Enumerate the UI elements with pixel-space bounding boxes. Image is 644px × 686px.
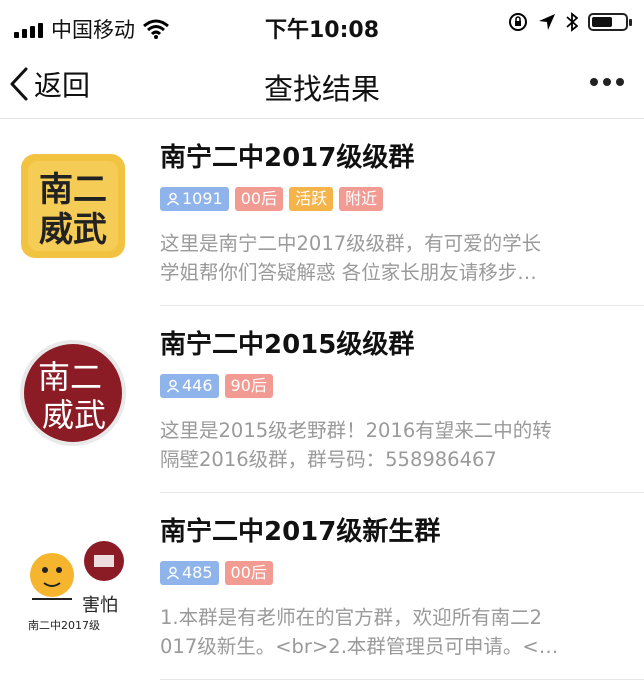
group-description: 这里是2015级老野群！2016有望来二中的转 隔壁2016级群，群号码：558…: [160, 416, 610, 474]
group-avatar: 南二 威武: [21, 154, 125, 258]
member-count: 1091: [182, 189, 223, 208]
avatar-text-bottom: 南二中2017级: [28, 619, 100, 632]
status-bar: 中国移动 下午10:08: [0, 0, 644, 52]
more-dot-icon: [590, 78, 598, 86]
member-count: 485: [182, 563, 213, 582]
member-count-badge: 446: [160, 374, 219, 398]
list-item[interactable]: 害怕 南二中2017级 南宁二中2017级新生群 485 00后 1.本群是有老…: [0, 493, 644, 680]
more-dot-icon: [616, 78, 624, 86]
group-description: 这里是南宁二中2017级级群，有可爱的学长 学姐帮你们答疑解惑 各位家长朋友请移…: [160, 229, 610, 287]
orientation-lock-icon: [509, 13, 527, 31]
group-avatar: 害怕 南二中2017级: [18, 525, 128, 635]
tag-row: 485 00后: [160, 561, 273, 585]
more-dot-icon: [603, 78, 611, 86]
person-icon: [166, 379, 180, 393]
tag-row: 1091 00后 活跃 附近: [160, 187, 384, 211]
page-title: 查找结果: [263, 72, 380, 106]
avatar-text-top: 南二: [39, 170, 107, 210]
navigation-bar: 返回 查找结果: [0, 52, 644, 119]
member-count-badge: 485: [160, 561, 219, 585]
description-line: 学姐帮你们答疑解惑 各位家长朋友请移步…: [160, 261, 537, 284]
location-icon: [539, 14, 555, 30]
active-tag: 活跃: [289, 187, 334, 211]
group-name: 南宁二中2015级级群: [160, 330, 415, 360]
group-description: 1.本群是有老师在的官方群，欢迎所有南二2 017级新生。<br>2.本群管理员…: [160, 603, 610, 661]
tag-row: 446 90后: [160, 374, 273, 398]
member-count: 446: [182, 376, 213, 395]
description-line: 这里是南宁二中2017级级群，有可爱的学长: [160, 232, 542, 255]
description-line: 这里是2015级老野群！2016有望来二中的转: [160, 419, 552, 442]
list-item[interactable]: 南二 威武 南宁二中2017级级群 1091 00后 活跃 附近 这里是南宁二中…: [0, 119, 644, 306]
avatar-text-bottom: 威武: [42, 396, 106, 434]
person-icon: [166, 566, 180, 580]
group-avatar: 南二 威武: [20, 340, 126, 446]
age-tag: 00后: [224, 561, 273, 585]
description-line: 1.本群是有老师在的官方群，欢迎所有南二2: [160, 606, 543, 629]
avatar-text-top: 南二: [38, 358, 102, 396]
age-tag: 90后: [224, 374, 273, 398]
battery-icon: [588, 13, 632, 31]
nearby-tag: 附近: [339, 187, 384, 211]
age-tag: 00后: [234, 187, 284, 211]
group-name: 南宁二中2017级新生群: [160, 517, 441, 547]
more-options-button[interactable]: [590, 78, 624, 86]
bluetooth-icon: [566, 12, 578, 32]
group-name: 南宁二中2017级级群: [160, 143, 415, 173]
member-count-badge: 1091: [160, 187, 229, 211]
status-right: [508, 12, 632, 32]
avatar-text-top: 害怕: [82, 595, 118, 616]
description-line: 017级新生。<br>2.本群管理员可申请。<…: [160, 635, 559, 658]
list-item[interactable]: 南二 威武 南宁二中2015级级群 446 90后 这里是2015级老野群！20…: [0, 306, 644, 493]
person-icon: [166, 192, 180, 206]
avatar-text-bottom: 威武: [39, 210, 107, 250]
description-line: 隔壁2016级群，群号码：558986467: [160, 448, 497, 471]
divider: [160, 679, 644, 680]
